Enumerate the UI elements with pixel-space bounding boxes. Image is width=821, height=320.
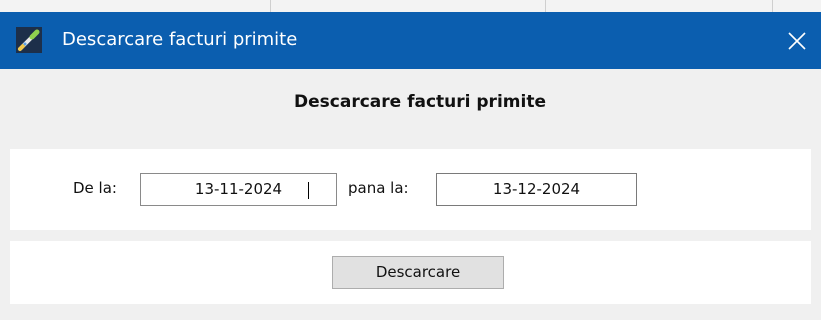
dialog-heading: Descarcare facturi primite [294,92,546,112]
download-button[interactable]: Descarcare [332,256,504,289]
to-date-label: pana la: [348,179,409,197]
background-divider [270,0,271,12]
from-date-value: 13-11-2024 [194,180,283,198]
to-date-field[interactable]: 13-12-2024 [436,173,637,206]
actions-panel: Descarcare [10,241,811,304]
close-icon [788,31,806,50]
download-invoices-dialog: Descarcare facturi primite Descarcare fa… [0,12,821,320]
from-date-field[interactable]: 13-11-2024 [140,173,337,206]
date-range-panel: De la: 13-11-2024 pana la: 13-12-2024 [10,149,811,230]
background-divider [772,0,773,12]
pen-brush-icon [16,27,42,53]
close-button[interactable] [773,12,821,69]
to-date-value: 13-12-2024 [492,180,581,198]
text-caret [308,182,309,199]
background-divider [545,0,546,12]
window-title: Descarcare facturi primite [62,29,298,50]
from-date-label: De la: [73,179,117,197]
title-bar[interactable]: Descarcare facturi primite [0,12,821,69]
